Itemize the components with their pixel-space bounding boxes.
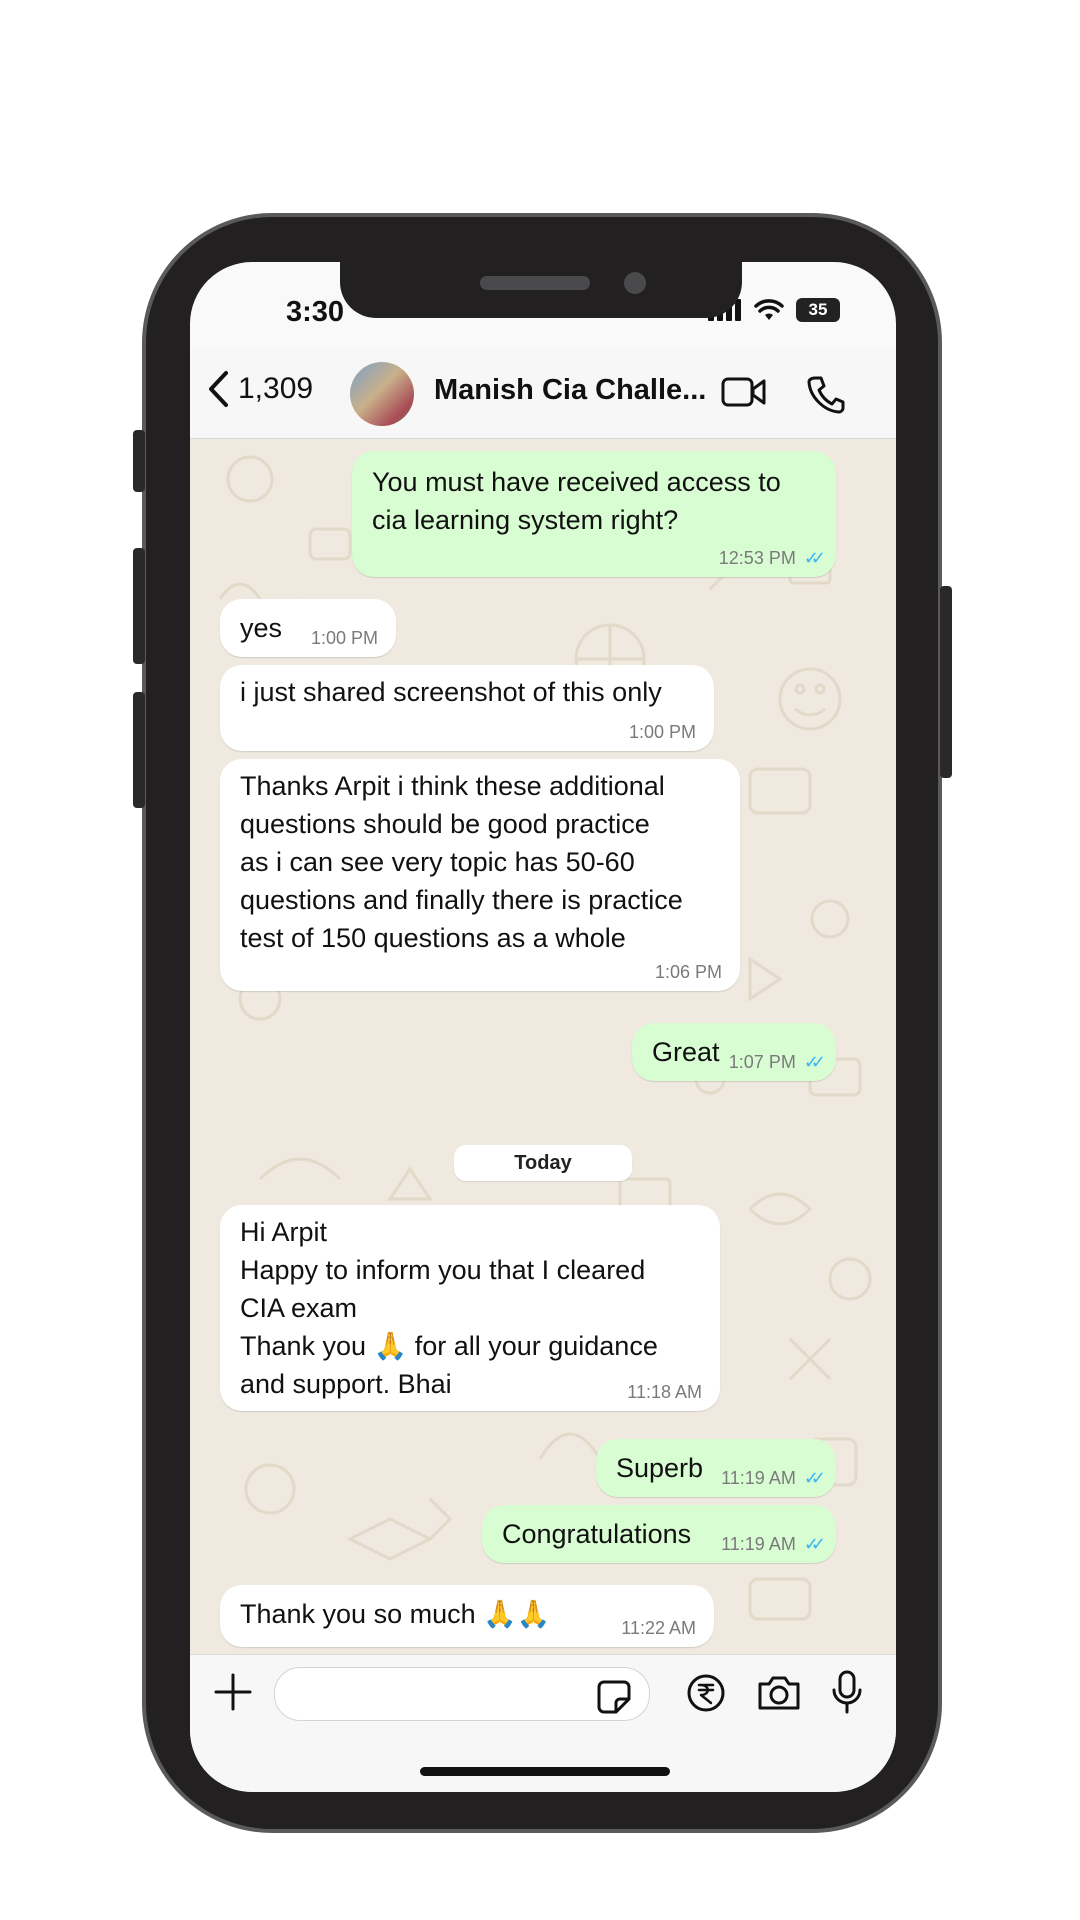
message-bubble-outgoing[interactable]: Superb 11:19 AM ✓✓ — [596, 1439, 836, 1497]
speaker — [480, 276, 590, 290]
message-time: 11:19 AM — [721, 1534, 796, 1554]
message-bubble-incoming[interactable]: yes 1:00 PM — [220, 599, 396, 657]
message-time: 11:18 AM — [627, 1382, 702, 1402]
chat-header: 1,309 Manish Cia Challe... — [190, 348, 896, 439]
message-bubble-incoming[interactable]: i just shared screenshot of this only 1:… — [220, 665, 714, 751]
message-time: 11:19 AM — [721, 1468, 796, 1488]
rupee-payment-icon[interactable] — [686, 1673, 726, 1713]
message-bubble-incoming[interactable]: Thanks Arpit i think these additional qu… — [220, 759, 740, 991]
back-button[interactable]: 1,309 — [206, 370, 313, 408]
message-time: 1:00 PM — [628, 722, 696, 742]
message-time: 12:53 PM — [718, 548, 796, 568]
phone-side-button — [133, 430, 145, 492]
read-receipt-icon: ✓✓ — [803, 548, 826, 568]
avatar[interactable] — [350, 362, 414, 426]
message-text: Hi Arpit Happy to inform you that I clea… — [240, 1217, 658, 1399]
phone-volume-up — [133, 548, 145, 664]
phone-power-button — [940, 586, 952, 778]
message-meta: 1:07 PM ✓✓ — [728, 1052, 826, 1073]
message-time: 1:07 PM — [728, 1052, 796, 1072]
message-meta: 11:19 AM ✓✓ — [721, 1534, 826, 1555]
message-bubble-incoming[interactable]: Hi Arpit Happy to inform you that I clea… — [220, 1205, 720, 1411]
chat-area[interactable]: You must have received access to cia lea… — [190, 439, 896, 1654]
message-meta: 11:19 AM ✓✓ — [721, 1468, 826, 1489]
message-meta: 1:06 PM — [655, 962, 722, 983]
message-text: i just shared screenshot of this only — [240, 677, 662, 707]
notch — [340, 262, 742, 318]
message-text: You must have received access to cia lea… — [372, 467, 781, 535]
plus-icon[interactable] — [212, 1671, 254, 1713]
date-separator: Today — [454, 1145, 632, 1181]
message-meta: 1:00 PM — [311, 628, 378, 649]
message-time: 1:00 PM — [310, 628, 378, 648]
message-bubble-incoming[interactable]: Thank you so much 🙏🙏 11:22 AM — [220, 1585, 714, 1647]
message-meta: 11:22 AM — [621, 1618, 696, 1639]
sticker-icon[interactable] — [596, 1679, 632, 1715]
unread-count: 1,309 — [238, 372, 314, 405]
read-receipt-icon: ✓✓ — [803, 1468, 826, 1488]
message-bubble-outgoing[interactable]: Great 1:07 PM ✓✓ — [632, 1023, 836, 1081]
message-bubble-outgoing[interactable]: Congratulations 11:19 AM ✓✓ — [482, 1505, 836, 1563]
contact-name[interactable]: Manish Cia Challe... — [434, 374, 706, 407]
front-camera — [624, 272, 646, 294]
phone-screen: 3:30 35 1,309 Manish Cia Challe... You m… — [190, 262, 896, 1792]
video-call-icon[interactable] — [720, 374, 768, 410]
phone-volume-down — [133, 692, 145, 808]
read-receipt-icon: ✓✓ — [803, 1534, 826, 1554]
message-meta: 11:18 AM — [627, 1382, 702, 1403]
wifi-icon — [754, 299, 784, 320]
battery-icon: 35 — [796, 298, 840, 322]
message-meta: 12:53 PM ✓✓ — [718, 548, 826, 569]
message-text: Thanks Arpit i think these additional qu… — [240, 771, 683, 953]
read-receipt-icon: ✓✓ — [803, 1052, 826, 1072]
message-bubble-outgoing[interactable]: You must have received access to cia lea… — [352, 451, 836, 577]
status-time: 3:30 — [286, 296, 345, 328]
camera-icon[interactable] — [756, 1673, 802, 1713]
message-time: 11:22 AM — [621, 1618, 696, 1638]
microphone-icon[interactable] — [830, 1669, 864, 1715]
phone-icon[interactable] — [806, 374, 846, 414]
message-time: 1:06 PM — [654, 962, 722, 982]
message-input[interactable] — [274, 1667, 650, 1721]
chevron-left-icon — [209, 371, 228, 407]
home-indicator[interactable] — [420, 1767, 670, 1776]
message-meta: 1:00 PM — [629, 722, 696, 743]
